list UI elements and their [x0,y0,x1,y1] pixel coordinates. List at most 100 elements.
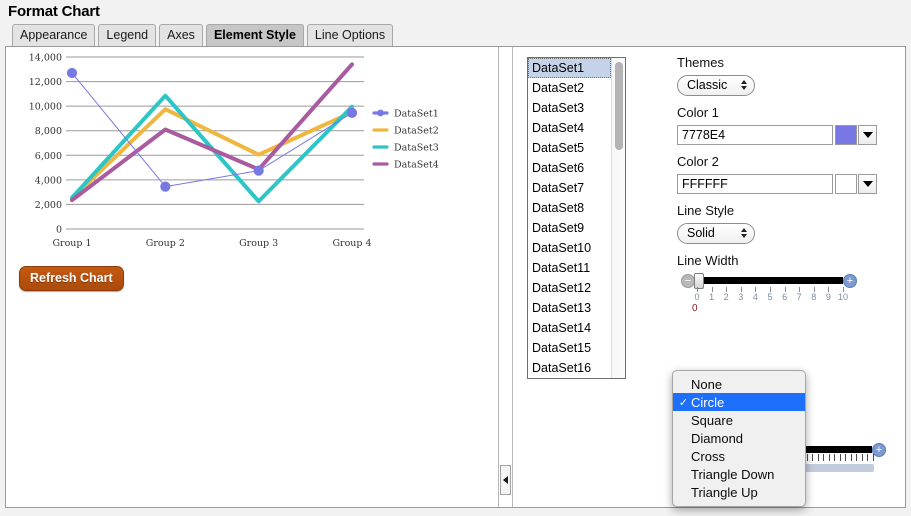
color1-row [677,125,897,145]
y-axis-tick-label: 14,000 [29,53,62,64]
dataset-list-scrollbar[interactable] [611,58,625,378]
slider-tick [867,454,868,461]
tab-line-options[interactable]: Line Options [306,24,394,46]
y-axis-tick-label: 2,000 [35,200,62,211]
marker-shape-menu-item[interactable]: Square [673,411,805,429]
marker-shape-menu[interactable]: None ✓ Circle Square Diamond Cross Triangle Do… [672,370,806,507]
dataset-list-item[interactable]: DataSet11 [528,258,611,278]
color1-input[interactable] [677,125,833,145]
stepper-icon [741,228,747,238]
panel-splitter[interactable] [499,47,513,507]
line-style-select-value: Solid [687,226,715,240]
marker-shape-menu-item[interactable]: Diamond [673,429,805,447]
minus-circle-icon[interactable]: − [681,274,695,288]
plus-circle-icon[interactable]: + [872,443,886,457]
check-icon: ✓ [678,396,689,409]
style-controls: Themes Classic Color 1 Color 2 [677,53,897,314]
dataset-list-item[interactable]: DataSet10 [528,238,611,258]
slider-tick [823,454,824,461]
line-width-value: 0 [692,303,698,314]
y-axis-tick-label: 4,000 [35,175,62,186]
slider-tick-label: 7 [796,292,802,302]
legend-label: DataSet2 [394,126,439,137]
slider-tick [839,454,841,461]
color2-row [677,174,897,194]
dataset-list-item[interactable]: DataSet1 [528,58,611,78]
triangle-down-icon [862,132,873,138]
dataset-list-item[interactable]: DataSet9 [528,218,611,238]
marker-shape-menu-item-label: Triangle Up [691,484,758,500]
slider-tick [817,454,819,461]
dataset-list-item[interactable]: DataSet15 [528,338,611,358]
color2-swatch[interactable] [835,174,857,194]
dataset-list[interactable]: DataSet1 DataSet2 DataSet3 DataSet4 DataSet5… [527,57,626,379]
window-bottom-edge [0,508,911,516]
triangle-down-icon [862,181,873,187]
slider-tick [856,454,857,461]
line-style-select[interactable]: Solid [677,223,755,244]
dataset-list-item[interactable]: DataSet7 [528,178,611,198]
window-right-edge [906,46,911,508]
slider-tick [812,454,813,461]
legend-label: DataSet3 [394,143,439,154]
chart-data-point-marker [346,107,358,119]
slider-tick-label: 6 [782,292,788,302]
color2-picker-button[interactable] [858,174,877,194]
slider-tick-label: 9 [825,292,831,302]
slider-tick-label: 8 [811,292,817,302]
refresh-chart-button[interactable]: Refresh Chart [19,266,124,291]
tab-legend[interactable]: Legend [98,24,157,46]
dataset-list-item[interactable]: DataSet6 [528,158,611,178]
dataset-list-item[interactable]: DataSet14 [528,318,611,338]
slider-tick [834,454,835,461]
tab-element-style[interactable]: Element Style [205,24,304,46]
dataset-list-item[interactable]: DataSet16 [528,358,611,378]
tab-appearance[interactable]: Appearance [12,24,96,46]
slider-tick [861,454,863,461]
chevron-up-icon [741,228,747,232]
dataset-list-item[interactable]: DataSet2 [528,78,611,98]
dataset-list-item[interactable]: DataSet5 [528,138,611,158]
color2-input[interactable] [677,174,833,194]
marker-shape-menu-item[interactable]: None [673,375,805,393]
chart: 0 2,000 4,000 6,000 8,000 10,000 12,000 14,000 G… [6,49,461,254]
y-axis-tick-label: 0 [56,225,62,236]
slider-tick [850,454,852,461]
line-width-slider[interactable]: − + 0 1 2 3 4 5 6 7 8 9 10 0 [677,273,885,314]
marker-shape-menu-item[interactable]: ✓ Circle [673,393,805,411]
dataset-list-item[interactable]: DataSet8 [528,198,611,218]
x-axis-tick-label: Group 3 [239,238,278,249]
slider-track[interactable] [697,277,843,284]
marker-shape-menu-item-label: Triangle Down [691,466,775,482]
slider-tick-marks: 0 1 2 3 4 5 6 7 8 9 10 [694,287,849,305]
chevron-down-icon [741,234,747,238]
color1-swatch[interactable] [835,125,857,145]
y-axis-tick-label: 8,000 [35,126,62,137]
chart-data-point-marker [66,67,78,79]
color1-picker-button[interactable] [858,125,877,145]
marker-shape-menu-item-label: Circle [691,394,725,410]
splitter-collapse-button[interactable] [500,465,511,495]
dataset-list-item[interactable]: DataSet3 [528,98,611,118]
legend-label: DataSet4 [394,160,439,171]
header: Format Chart Appearance Legend Axes Element… [0,0,911,46]
marker-shape-menu-item[interactable]: Triangle Down [673,465,805,483]
chart-data-point-marker [160,181,171,192]
marker-shape-menu-item[interactable]: Triangle Up [673,483,805,501]
scrollbar-thumb[interactable] [615,62,623,150]
line-style-label: Line Style [677,203,735,218]
marker-shape-menu-item[interactable]: Cross [673,447,805,465]
dataset-list-item[interactable]: DataSet13 [528,298,611,318]
slider-tick-label: 10 [837,292,849,302]
slider-tick [828,454,830,461]
themes-select[interactable]: Classic [677,75,755,96]
plus-circle-icon[interactable]: + [843,274,857,288]
tab-axes[interactable]: Axes [159,24,203,46]
tab-bar: Appearance Legend Axes Element Style Line Op… [8,23,911,46]
chart-preview-pane: 0 2,000 4,000 6,000 8,000 10,000 12,000 14,000 G… [6,47,499,507]
dataset-list-item[interactable]: DataSet12 [528,278,611,298]
legend-label: DataSet1 [394,109,439,120]
stepper-icon [741,80,747,90]
chart-data-point-marker [253,165,264,176]
dataset-list-item[interactable]: DataSet4 [528,118,611,138]
